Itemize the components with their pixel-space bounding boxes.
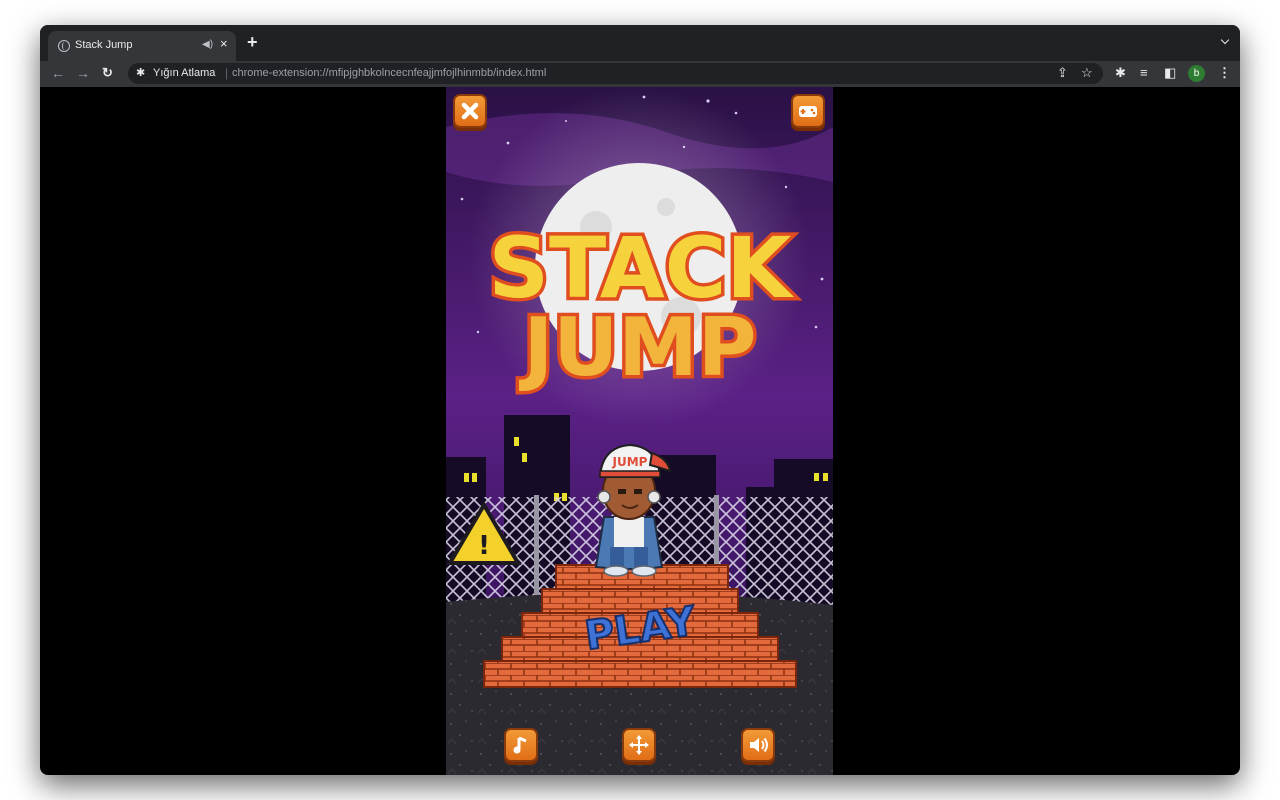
tab-title: Stack Jump <box>75 39 133 51</box>
extensions-icon[interactable]: ✱ <box>1115 65 1126 81</box>
gamepad-icon <box>799 106 817 117</box>
more-games-button[interactable] <box>791 94 825 128</box>
url-separator: | <box>225 66 229 80</box>
browser-window: Stack Jump ◀) × + ← → ↻ ✱ Yığın Atlama |… <box>40 25 1240 775</box>
title-line-2: JUMP <box>519 301 757 394</box>
close-button[interactable] <box>453 94 487 128</box>
game-canvas[interactable]: ! JUMP PLAY STACK JUMP <box>446 87 833 775</box>
back-icon[interactable]: ← <box>51 64 65 82</box>
svg-text:!: ! <box>478 531 490 561</box>
new-tab-button[interactable]: + <box>247 33 258 51</box>
move-arrows-icon <box>629 735 649 755</box>
tab-search-chevron-icon[interactable] <box>1222 37 1230 45</box>
music-button[interactable] <box>504 728 538 762</box>
close-tab-icon[interactable]: × <box>220 37 228 50</box>
globe-icon <box>58 40 70 52</box>
forward-icon[interactable]: → <box>76 64 90 82</box>
menu-kebab-icon[interactable]: ⋮ <box>1218 65 1231 81</box>
share-icon[interactable]: ⇪ <box>1057 65 1068 81</box>
close-icon <box>461 102 479 120</box>
sound-button[interactable] <box>741 728 775 762</box>
music-note-icon <box>513 736 527 754</box>
browser-toolbar: ← → ↻ ✱ Yığın Atlama | chrome-extension:… <box>40 61 1240 87</box>
speaker-icon[interactable]: ◀) <box>202 39 213 50</box>
game-scene: ! JUMP PLAY STACK JUMP <box>446 87 833 775</box>
address-bar[interactable]: ✱ Yığın Atlama | chrome-extension://mfip… <box>128 63 1103 84</box>
reading-list-icon[interactable]: ≡ <box>1140 65 1148 81</box>
tab-strip: Stack Jump ◀) × + <box>40 25 1240 61</box>
site-name: Yığın Atlama <box>153 67 216 79</box>
bookmark-star-icon[interactable]: ☆ <box>1081 65 1093 81</box>
browser-tab[interactable]: Stack Jump ◀) × <box>48 31 236 61</box>
extension-puzzle-icon: ✱ <box>136 67 146 79</box>
speaker-icon <box>750 737 768 753</box>
url-text[interactable]: chrome-extension://mfipjghbkolncecnfeajj… <box>232 67 546 79</box>
side-panel-icon[interactable]: ◧ <box>1164 65 1176 81</box>
fullscreen-button[interactable] <box>622 728 656 762</box>
profile-avatar[interactable]: b <box>1188 65 1205 82</box>
cap-text: JUMP <box>612 455 648 469</box>
fence-post <box>534 495 539 607</box>
reload-icon[interactable]: ↻ <box>102 64 113 82</box>
